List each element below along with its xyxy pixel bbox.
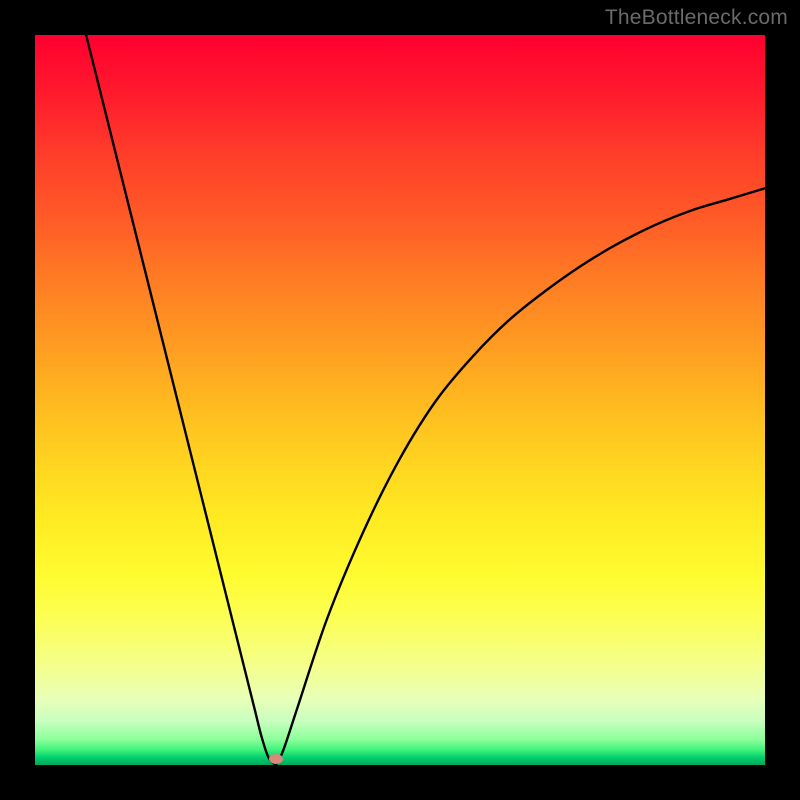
bottleneck-curve-path — [86, 35, 765, 765]
watermark-text: TheBottleneck.com — [605, 6, 788, 30]
chart-frame: TheBottleneck.com — [0, 0, 800, 800]
optimal-point-marker — [269, 754, 283, 764]
plot-area — [35, 35, 765, 765]
curve-svg — [35, 35, 765, 765]
